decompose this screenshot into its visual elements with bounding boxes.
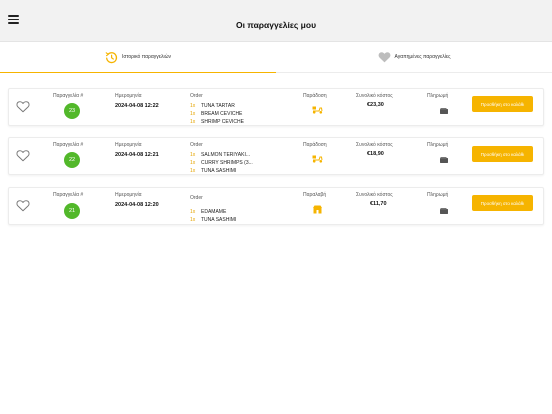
item-qty: 1x: [190, 119, 196, 125]
delivery-label: Παράδοση: [303, 93, 327, 99]
order-date: 2024-04-08 12:21: [115, 152, 159, 158]
order-number-label: Παραγγελία #: [53, 142, 84, 148]
order-item: 1x TUNA SASHIMI: [190, 167, 253, 175]
order-number-badge: 22: [64, 152, 80, 168]
top-bar: Οι παραγγελίες μου: [0, 0, 552, 42]
order-number-label: Παραγγελία #: [53, 93, 84, 99]
order-items-list: 1x EDAMAME 1x TUNA SASHIMI: [190, 208, 236, 224]
total-cost-label: Συνολικό κόστος: [356, 93, 393, 99]
order-item: 1x EDAMAME: [190, 208, 236, 216]
payment-label: Πληρωμή: [427, 93, 449, 99]
order-label: Order: [190, 93, 203, 99]
item-name: CURRY SHRIMPS (3...: [201, 160, 253, 166]
item-qty: 1x: [190, 152, 196, 158]
tab-favorite-orders-label: Αγαπημένες παραγγελίες: [394, 54, 451, 60]
order-label: Order: [190, 195, 203, 201]
date-label: Ημερομηνία: [115, 142, 142, 148]
total-cost: €18,90: [367, 151, 384, 157]
total-cost-label: Συνολικό κόστος: [356, 142, 393, 148]
tab-favorite-orders[interactable]: Αγαπημένες παραγγελίες: [276, 42, 552, 73]
add-to-cart-button[interactable]: Προσθήκη στο καλάθι: [472, 146, 533, 162]
order-items-list: 1x SALMON TERIYAKI... 1x CURRY SHRIMPS (3.…: [190, 151, 253, 175]
total-cost-label: Συνολικό κόστος: [356, 192, 393, 198]
pickup-label: Παραλαβή: [303, 192, 327, 198]
wallet-icon: [440, 150, 448, 168]
order-item: 1x TUNA SASHIMI: [190, 216, 236, 224]
item-name: TUNA SASHIMI: [201, 168, 237, 174]
tab-order-history-label: Ιστορικό παραγγελιών: [122, 54, 171, 60]
date-label: Ημερομηνία: [115, 192, 142, 198]
add-to-cart-button[interactable]: Προσθήκη στο καλάθι: [472, 96, 533, 112]
wallet-icon: [440, 101, 448, 119]
favorite-heart-icon[interactable]: [16, 199, 30, 212]
order-date: 2024-04-08 12:22: [115, 103, 159, 109]
item-qty: 1x: [190, 111, 196, 117]
item-qty: 1x: [190, 168, 196, 174]
order-item: 1x CURRY SHRIMPS (3...: [190, 159, 253, 167]
item-name: SHRIMP CEVICHE: [201, 119, 244, 125]
clock-history-icon: [105, 51, 118, 64]
order-label: Order: [190, 142, 203, 148]
tab-bar: Ιστορικό παραγγελιών Αγαπημένες παραγγελ…: [0, 42, 552, 73]
item-name: BREAM CEVICHE: [201, 111, 243, 117]
wallet-icon: [440, 201, 448, 219]
total-cost: €23,30: [367, 102, 384, 108]
order-item: 1x TUNA TARTAR: [190, 102, 244, 110]
page-title: Οι παραγγελίες μου: [235, 20, 317, 30]
item-name: EDAMAME: [201, 209, 227, 215]
date-label: Ημερομηνία: [115, 93, 142, 99]
payment-label: Πληρωμή: [427, 192, 449, 198]
total-cost: €11,70: [370, 201, 387, 207]
order-item: 1x SALMON TERIYAKI...: [190, 151, 253, 159]
order-card: Παραγγελία # 23 Ημερομηνία 2024-04-08 12…: [8, 88, 544, 126]
order-number-badge: 21: [64, 203, 80, 219]
order-items-list: 1x TUNA TARTAR 1x BREAM CEVICHE 1x SHRIMP C…: [190, 102, 244, 126]
order-number-badge: 23: [64, 103, 80, 119]
item-name: TUNA TARTAR: [201, 103, 235, 109]
heart-icon: [378, 51, 391, 64]
item-name: TUNA SASHIMI: [201, 217, 237, 223]
item-qty: 1x: [190, 160, 196, 166]
delivery-label: Παράδοση: [303, 142, 327, 148]
order-card: Παραγγελία # 22 Ημερομηνία 2024-04-08 12…: [8, 137, 544, 175]
order-card: Παραγγελία # 21 Ημερομηνία 2024-04-08 12…: [8, 187, 544, 225]
item-qty: 1x: [190, 209, 196, 215]
payment-label: Πληρωμή: [427, 142, 449, 148]
order-item: 1x SHRIMP CEVICHE: [190, 118, 244, 126]
order-item: 1x BREAM CEVICHE: [190, 110, 244, 118]
item-qty: 1x: [190, 217, 196, 223]
delivery-scooter-icon: [312, 150, 323, 168]
item-qty: 1x: [190, 103, 196, 109]
favorite-heart-icon[interactable]: [16, 100, 30, 113]
order-date: 2024-04-08 12:20: [115, 202, 159, 208]
order-number-label: Παραγγελία #: [53, 192, 84, 198]
delivery-scooter-icon: [312, 101, 323, 119]
store-pickup-icon: [313, 201, 322, 219]
add-to-cart-button[interactable]: Προσθήκη στο καλάθι: [472, 195, 533, 211]
tab-order-history[interactable]: Ιστορικό παραγγελιών: [0, 42, 276, 73]
favorite-heart-icon[interactable]: [16, 149, 30, 162]
item-name: SALMON TERIYAKI...: [201, 152, 250, 158]
